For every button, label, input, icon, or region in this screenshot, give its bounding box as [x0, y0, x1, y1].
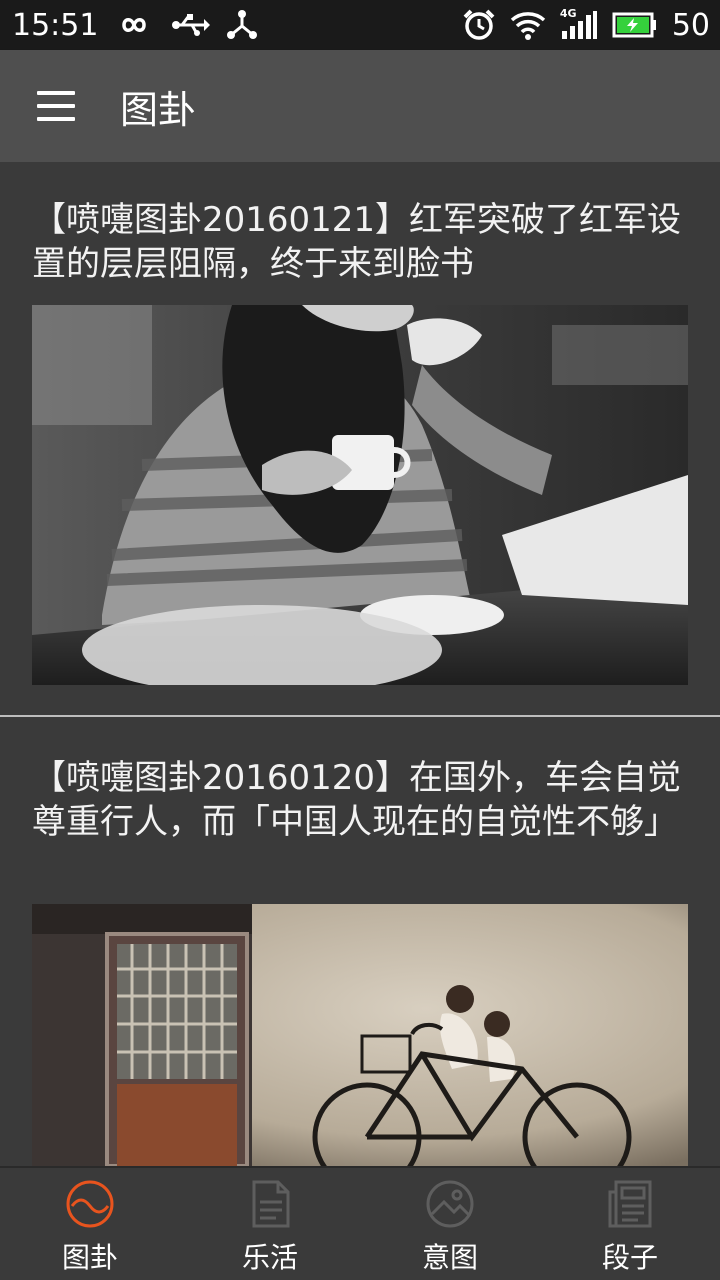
article-image[interactable]	[32, 904, 688, 1166]
article-feed[interactable]: 【喷嚏图卦20160121】红军突破了红军设置的层层阻隔，终于来到脸书 【喷嚏图…	[0, 162, 720, 1166]
infinity-icon	[122, 18, 147, 32]
4g-signal-icon: 4G	[560, 7, 598, 41]
alarm-icon	[463, 9, 495, 40]
battery-icon	[612, 12, 656, 38]
wifi-icon	[510, 12, 545, 40]
status-time: 15:51	[12, 7, 99, 43]
tab-label: 意图	[421, 1241, 478, 1274]
tab-yitu[interactable]: 意图	[360, 1168, 540, 1280]
battery-level: 50	[671, 7, 710, 43]
article-title[interactable]: 【喷嚏图卦20160120】在国外，车会自觉尊重行人，而「中国人现在的自觉性不够…	[0, 756, 720, 844]
tab-duanzi[interactable]: 段子	[540, 1168, 720, 1280]
app-bar: 图卦	[0, 50, 720, 162]
status-bar: 15:51 4G 50	[0, 0, 720, 50]
status-system-icons: 4G 50	[462, 7, 710, 43]
newspaper-icon	[608, 1180, 652, 1228]
tab-tugua[interactable]: 图卦	[0, 1168, 180, 1280]
article-title[interactable]: 【喷嚏图卦20160121】红军突破了红军设置的层层阻隔，终于来到脸书	[0, 198, 720, 286]
article-card[interactable]: 【喷嚏图卦20160120】在国外，车会自觉尊重行人，而「中国人现在的自觉性不够…	[0, 718, 720, 1166]
menu-button[interactable]	[0, 50, 112, 162]
bottom-tab-bar: 图卦 乐活 意图 段子	[0, 1166, 720, 1280]
woman-drinking-espresso-photo	[32, 305, 688, 685]
document-icon	[252, 1180, 290, 1228]
tab-lehuo[interactable]: 乐活	[180, 1168, 360, 1280]
page-title: 图卦	[120, 87, 197, 132]
children-on-bicycle-mural-photo	[32, 904, 688, 1166]
tab-label: 段子	[601, 1241, 658, 1274]
divider	[0, 715, 720, 717]
picture-circle-icon	[426, 1180, 474, 1228]
share-icon	[227, 10, 258, 39]
article-image[interactable]	[32, 305, 688, 685]
hamburger-menu-icon	[37, 91, 75, 121]
tab-label: 图卦	[61, 1241, 118, 1274]
wave-circle-icon	[66, 1180, 114, 1228]
usb-icon	[172, 14, 211, 36]
tab-label: 乐活	[241, 1241, 298, 1274]
status-notification-icons	[114, 10, 258, 40]
article-card[interactable]: 【喷嚏图卦20160121】红军突破了红军设置的层层阻隔，终于来到脸书	[0, 162, 720, 716]
